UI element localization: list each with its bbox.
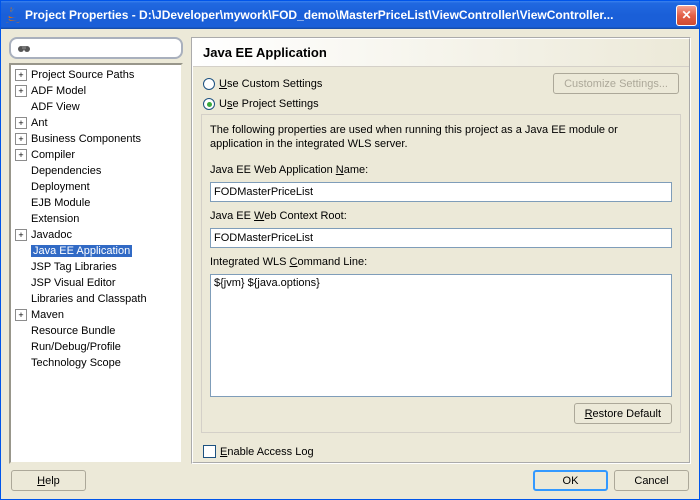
left-pane: + Project Source Paths + ADF Model ADF View +… <box>9 37 183 464</box>
tree-item[interactable]: ADF View <box>11 99 181 115</box>
tree-item[interactable]: + Project Source Paths <box>11 67 181 83</box>
tree-item-label: Compiler <box>31 149 75 161</box>
tree-item[interactable]: Java EE Application <box>11 243 181 259</box>
help-button[interactable]: Help <box>11 470 86 491</box>
context-root-label: Java EE Web Context Root: <box>210 210 672 222</box>
tree-item-label: ADF View <box>31 101 80 113</box>
use-custom-radio[interactable]: Use Custom Settings <box>203 78 322 90</box>
enable-access-log-row[interactable]: Enable Access Log <box>193 441 689 462</box>
tree-item-label: Libraries and Classpath <box>31 293 147 305</box>
tree-item[interactable]: + ADF Model <box>11 83 181 99</box>
use-project-label: Use Project Settings <box>219 98 319 110</box>
java-icon <box>5 7 21 23</box>
tree-item[interactable]: Dependencies <box>11 163 181 179</box>
app-name-input[interactable] <box>210 182 672 202</box>
tree-expander-icon[interactable]: + <box>15 149 27 161</box>
tree-expander-icon[interactable]: + <box>15 229 27 241</box>
tree-item-label: Technology Scope <box>31 357 121 369</box>
tree-expander-icon[interactable]: + <box>15 69 27 81</box>
cmd-line-label: Integrated WLS Command Line: <box>210 256 672 268</box>
tree-expander-icon[interactable]: + <box>15 117 27 129</box>
description-text: The following properties are used when r… <box>210 123 672 152</box>
tree-item[interactable]: + Maven <box>11 307 181 323</box>
tree-item-label: ADF Model <box>31 85 86 97</box>
tree-expander-icon[interactable]: + <box>15 309 27 321</box>
tree-item-label: Ant <box>31 117 48 129</box>
tree-item-label: Deployment <box>31 181 90 193</box>
ok-button[interactable]: OK <box>533 470 608 491</box>
cancel-button[interactable]: Cancel <box>614 470 689 491</box>
right-pane: Java EE Application Use Custom Settings … <box>191 37 691 464</box>
binoculars-icon <box>17 41 31 55</box>
tree-item[interactable]: JSP Visual Editor <box>11 275 181 291</box>
context-root-input[interactable] <box>210 228 672 248</box>
tree-expander-icon[interactable]: + <box>15 133 27 145</box>
titlebar[interactable]: Project Properties - D:\JDeveloper\mywor… <box>1 1 699 29</box>
tree-item-label: Extension <box>31 213 79 225</box>
settings-mode-row2: Use Project Settings <box>193 98 689 114</box>
tree-item-label: Business Components <box>31 133 141 145</box>
client-area: + Project Source Paths + ADF Model ADF View +… <box>1 29 699 499</box>
footer: Help OK Cancel <box>9 464 691 491</box>
restore-default-button[interactable]: Restore Default <box>574 403 672 424</box>
tree-item[interactable]: + Business Components <box>11 131 181 147</box>
app-name-label: Java EE Web Application Name: <box>210 164 672 176</box>
tree-item[interactable]: Deployment <box>11 179 181 195</box>
tree-item[interactable]: Technology Scope <box>11 355 181 371</box>
cmd-line-textarea[interactable]: ${jvm} ${java.options} <box>210 274 672 397</box>
tree-item-label: EJB Module <box>31 197 90 209</box>
tree-item[interactable]: Extension <box>11 211 181 227</box>
main-area: + Project Source Paths + ADF Model ADF View +… <box>9 37 691 464</box>
use-custom-label: Use Custom Settings <box>219 78 322 90</box>
tree-item-label: Java EE Application <box>31 245 132 257</box>
tree-item[interactable]: EJB Module <box>11 195 181 211</box>
form-area: The following properties are used when r… <box>201 114 681 433</box>
tree-item[interactable]: Libraries and Classpath <box>11 291 181 307</box>
customize-settings-button: Customize Settings... <box>553 73 679 94</box>
tree-item-label: Resource Bundle <box>31 325 115 337</box>
tree-item-label: Run/Debug/Profile <box>31 341 121 353</box>
panel-title: Java EE Application <box>193 39 689 67</box>
tree-item-label: JSP Tag Libraries <box>31 261 117 273</box>
tree-item-label: Javadoc <box>31 229 72 241</box>
category-tree[interactable]: + Project Source Paths + ADF Model ADF View +… <box>9 63 183 464</box>
close-button[interactable]: ✕ <box>676 5 697 26</box>
settings-mode-row: Use Custom Settings Customize Settings..… <box>193 67 689 98</box>
tree-item[interactable]: JSP Tag Libraries <box>11 259 181 275</box>
tree-item[interactable]: Resource Bundle <box>11 323 181 339</box>
tree-item-label: Project Source Paths <box>31 69 134 81</box>
enable-access-log-label: Enable Access Log <box>220 446 314 458</box>
tree-item[interactable]: + Compiler <box>11 147 181 163</box>
dialog-window: Project Properties - D:\JDeveloper\mywor… <box>0 0 700 500</box>
tree-item-label: Dependencies <box>31 165 101 177</box>
tree-item[interactable]: + Ant <box>11 115 181 131</box>
search-box[interactable] <box>9 37 183 59</box>
tree-item[interactable]: + Javadoc <box>11 227 181 243</box>
tree-item-label: Maven <box>31 309 64 321</box>
tree-expander-icon[interactable]: + <box>15 85 27 97</box>
window-title: Project Properties - D:\JDeveloper\mywor… <box>25 8 676 22</box>
use-project-radio[interactable]: Use Project Settings <box>203 98 319 110</box>
tree-item[interactable]: Run/Debug/Profile <box>11 339 181 355</box>
tree-item-label: JSP Visual Editor <box>31 277 116 289</box>
enable-access-log-checkbox[interactable] <box>203 445 216 458</box>
